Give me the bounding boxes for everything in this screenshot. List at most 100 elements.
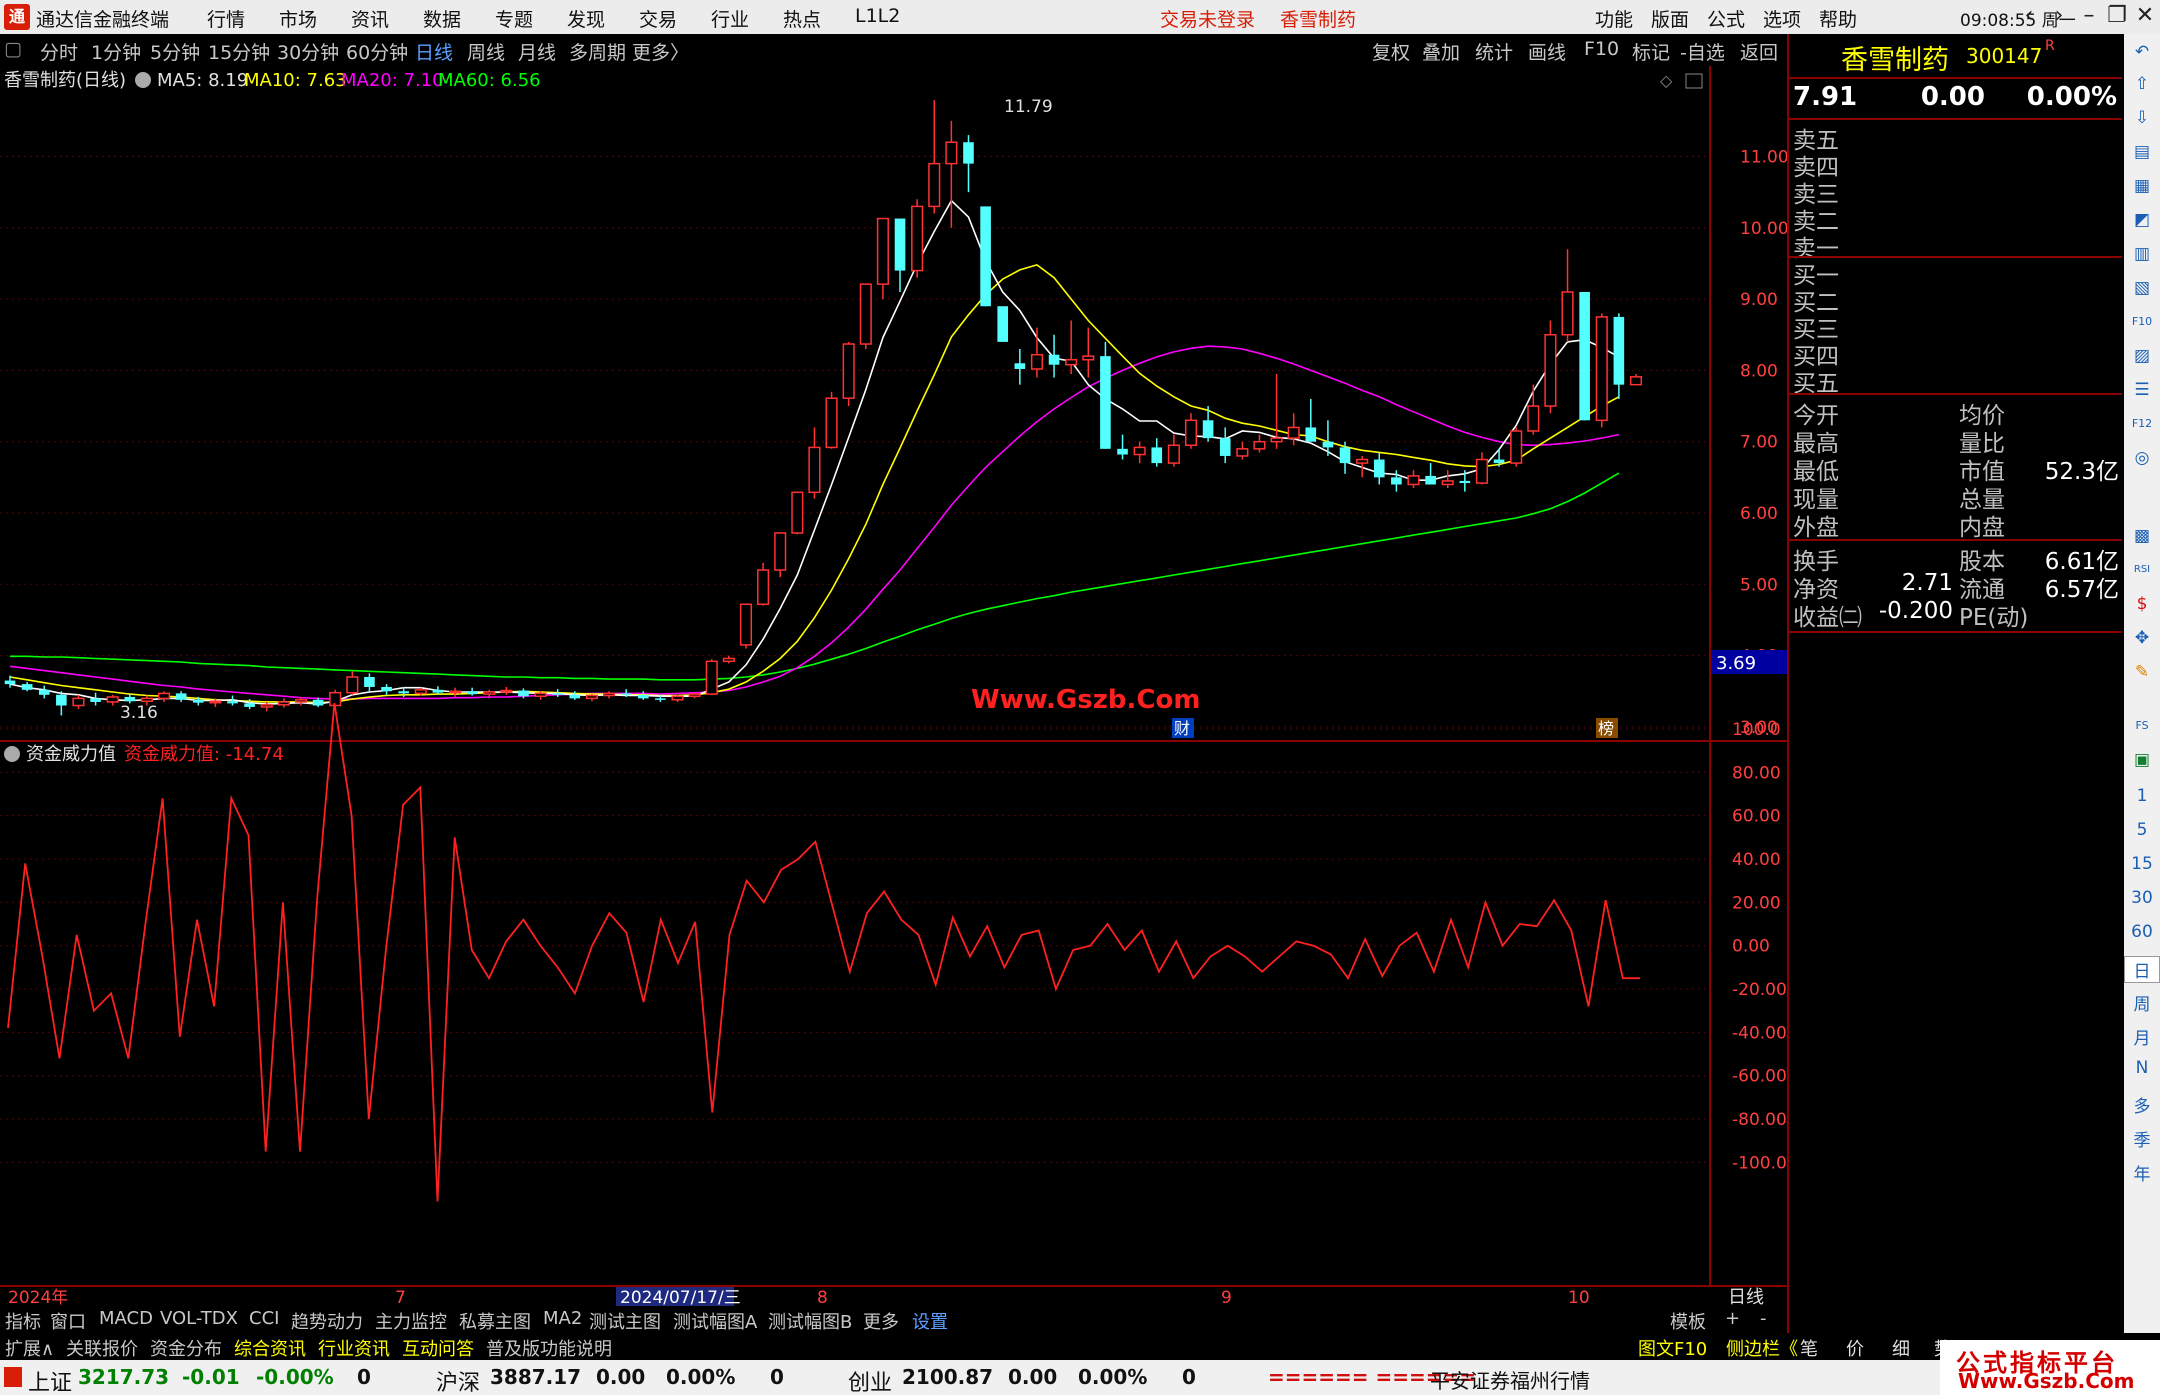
tab-ceshifutu-a[interactable]: 测试幅图A xyxy=(673,1308,757,1334)
period-daily[interactable]: 日线 xyxy=(415,38,453,65)
add-button[interactable]: + xyxy=(1725,1308,1740,1329)
tab-cci[interactable]: CCI xyxy=(249,1308,279,1329)
cy-index-name[interactable]: 创业 xyxy=(848,1365,892,1395)
tool-biaoji[interactable]: 标记 xyxy=(1632,38,1670,65)
ext-xi[interactable]: 细 xyxy=(1892,1335,1910,1361)
period-side-multi[interactable]: 多 xyxy=(2124,1092,2160,1117)
menu-bangzhu[interactable]: 帮助 xyxy=(1819,5,1857,32)
menu-banmian[interactable]: 版面 xyxy=(1651,5,1689,32)
period-side-60[interactable]: 60 xyxy=(2124,922,2160,942)
period-side-30[interactable]: 30 xyxy=(2124,888,2160,908)
f12-icon[interactable]: F12 xyxy=(2130,412,2154,436)
tab-macd[interactable]: MACD xyxy=(99,1308,153,1329)
period-1min[interactable]: 1分钟 xyxy=(91,38,141,65)
forward-icon[interactable]: › xyxy=(2045,3,2073,31)
period-15min[interactable]: 15分钟 xyxy=(208,38,270,65)
period-weekly[interactable]: 周线 xyxy=(467,38,505,65)
target-icon[interactable]: ◎ xyxy=(2130,446,2154,470)
chart-diamond-icon[interactable]: ◇ xyxy=(1660,71,1673,90)
period-monthly[interactable]: 月线 xyxy=(518,38,556,65)
restore-icon[interactable]: ❐ xyxy=(2103,3,2131,31)
period-30min[interactable]: 30分钟 xyxy=(277,38,339,65)
ext-guanlianbaojia[interactable]: 关联报价 xyxy=(66,1335,138,1361)
tab-muban[interactable]: 模板 xyxy=(1670,1308,1706,1334)
tab-qushidongli[interactable]: 趋势动力 xyxy=(291,1308,363,1334)
tab-ceshifutu-b[interactable]: 测试幅图B xyxy=(768,1308,852,1334)
collapse-icon[interactable]: ▢ xyxy=(4,38,22,60)
f10-icon[interactable]: F10 xyxy=(2130,310,2154,334)
ext-hangyezixun[interactable]: 行业资讯 xyxy=(318,1335,390,1361)
period-fenshi[interactable]: 分时 xyxy=(40,38,78,65)
period-side-1[interactable]: 1 xyxy=(2124,786,2160,806)
ext-zonghezixun[interactable]: 综合资讯 xyxy=(234,1335,306,1361)
menu-gongneng[interactable]: 功能 xyxy=(1595,5,1633,32)
down-arrow-icon[interactable]: ⇩ xyxy=(2130,106,2154,130)
menu-hangqing[interactable]: 行情 xyxy=(207,5,245,32)
menu-xuanxiang[interactable]: 选项 xyxy=(1763,5,1801,32)
toggle-icon[interactable] xyxy=(135,72,151,88)
ext-hudongwenda[interactable]: 互动问答 xyxy=(402,1335,474,1361)
menu-faxian[interactable]: 发现 xyxy=(567,5,605,32)
tool-fuquan[interactable]: 复权 xyxy=(1372,38,1410,65)
tab-ceshizhutu[interactable]: 测试主图 xyxy=(589,1308,661,1334)
menu-redian[interactable]: 热点 xyxy=(783,5,821,32)
kline-icon[interactable]: ▥ xyxy=(2130,242,2154,266)
menu-shichang[interactable]: 市场 xyxy=(279,5,317,32)
menu-shuju[interactable]: 数据 xyxy=(423,5,461,32)
panel-icon[interactable]: ▨ xyxy=(2130,344,2154,368)
ext-jia[interactable]: 价 xyxy=(1846,1335,1864,1361)
money-icon[interactable]: $ xyxy=(2130,592,2154,616)
back-icon[interactable]: ‹ xyxy=(2015,3,2043,31)
fs-icon[interactable]: FS xyxy=(2130,714,2154,738)
tool-f10[interactable]: F10 xyxy=(1584,38,1619,60)
menu-list-icon[interactable]: ☰ xyxy=(2130,378,2154,402)
menu-l1l2[interactable]: L1L2 xyxy=(855,5,900,27)
period-side-15[interactable]: 15 xyxy=(2124,854,2160,874)
menu-hangye[interactable]: 行业 xyxy=(711,5,749,32)
table-icon[interactable]: ▧ xyxy=(2130,276,2154,300)
ext-tuwenf10[interactable]: 图文F10 xyxy=(1638,1335,1707,1361)
chart-icon[interactable]: ◩ xyxy=(2130,208,2154,232)
block-icon[interactable]: ▩ xyxy=(2130,524,2154,548)
period-side-season[interactable]: 季 xyxy=(2124,1126,2160,1151)
tool-fanhui[interactable]: 返回 xyxy=(1740,38,1778,65)
ext-bi[interactable]: 笔 xyxy=(1800,1335,1818,1361)
tab-gengduo[interactable]: 更多 xyxy=(863,1308,899,1334)
period-side-year[interactable]: 年 xyxy=(2124,1160,2160,1185)
period-5min[interactable]: 5分钟 xyxy=(150,38,200,65)
period-side-day[interactable]: 日 xyxy=(2124,956,2160,983)
menu-jiaoyi[interactable]: 交易 xyxy=(639,5,677,32)
menu-zixun[interactable]: 资讯 xyxy=(351,5,389,32)
indicator-toggle-icon[interactable] xyxy=(4,746,20,762)
close-icon[interactable]: ✕ xyxy=(2131,3,2159,31)
period-multi[interactable]: 多周期 xyxy=(569,38,626,65)
pencil-icon[interactable]: ✎ xyxy=(2130,660,2154,684)
period-side-5[interactable]: 5 xyxy=(2124,820,2160,840)
tab-vol-tdx[interactable]: VOL-TDX xyxy=(160,1308,238,1329)
hs-index-name[interactable]: 沪深 xyxy=(436,1365,480,1395)
menu-zhuanti[interactable]: 专题 xyxy=(495,5,533,32)
tab-shezhi[interactable]: 设置 xyxy=(912,1308,948,1334)
up-arrow-icon[interactable]: ⇧ xyxy=(2130,72,2154,96)
ext-cebianlan[interactable]: 侧边栏《 xyxy=(1726,1335,1798,1361)
window-icon[interactable]: ▣ xyxy=(2130,748,2154,772)
tab-zhibiao[interactable]: 指标 xyxy=(5,1308,41,1334)
tool-diejia[interactable]: 叠加 xyxy=(1422,38,1460,65)
chart-window-icon[interactable] xyxy=(1685,73,1703,89)
ext-zijinfenbu[interactable]: 资金分布 xyxy=(150,1335,222,1361)
tab-zhulijiankong[interactable]: 主力监控 xyxy=(375,1308,447,1334)
login-status[interactable]: 交易未登录 xyxy=(1160,5,1255,32)
period-side-week[interactable]: 周 xyxy=(2124,990,2160,1015)
undo-icon[interactable]: ↶ xyxy=(2130,40,2154,64)
sh-index-name[interactable]: 上证 xyxy=(28,1365,72,1395)
tab-chuangkou[interactable]: 窗口 xyxy=(50,1308,86,1334)
tool-zixuan[interactable]: -自选 xyxy=(1680,38,1725,65)
tab-simuzhutu[interactable]: 私募主图 xyxy=(459,1308,531,1334)
move-icon[interactable]: ✥ xyxy=(2130,626,2154,650)
period-side-month[interactable]: 月 xyxy=(2124,1024,2160,1049)
remove-button[interactable]: - xyxy=(1760,1308,1767,1329)
chart-area[interactable]: 11.0010.009.008.007.006.005.004.003.00 1… xyxy=(0,66,1787,1306)
ext-kuozhan[interactable]: 扩展∧ xyxy=(5,1335,54,1361)
broker-name[interactable]: 平安证券福州行情 xyxy=(1430,1365,1590,1394)
period-more[interactable]: 更多〉 xyxy=(632,38,689,65)
